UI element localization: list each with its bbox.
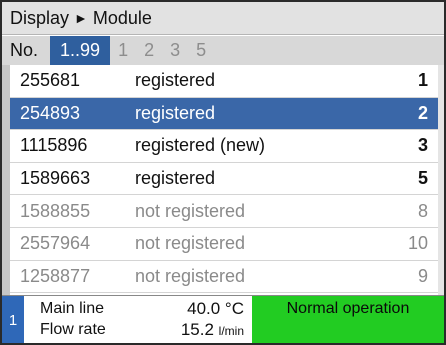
module-id: 1258877	[20, 265, 91, 286]
breadcrumb-module: Module	[92, 7, 152, 28]
display-screen: Display ► Module No. 1..99 1 2 3 5 25568…	[0, 0, 446, 345]
module-number: 1	[417, 70, 428, 91]
flow-rate-value: 15.2 l/min	[181, 320, 244, 340]
breadcrumb-display[interactable]: Display	[10, 8, 69, 29]
number-filter-bar: No. 1..99 1 2 3 5	[2, 36, 444, 65]
module-number: 10	[407, 233, 428, 254]
module-id: 255681	[20, 70, 81, 91]
breadcrumb: Display ► Module	[2, 2, 444, 35]
main-line-label: Main line	[40, 300, 105, 317]
filter-option-3[interactable]: 3	[162, 36, 188, 65]
module-number: 5	[417, 168, 428, 189]
filter-option-1[interactable]: 1	[110, 36, 136, 65]
module-number: 9	[417, 265, 428, 286]
filter-label: No.	[10, 40, 39, 60]
module-id: 1588855	[20, 200, 91, 221]
module-status: registered	[135, 168, 216, 189]
module-number: 3	[417, 135, 428, 156]
measurements-panel: Main line 40.0 °C Flow rate 15.2 l/min	[24, 296, 252, 343]
module-status: registered	[135, 102, 216, 123]
module-status: not registered	[135, 200, 246, 221]
module-row-selected[interactable]: 254893 registered 2	[10, 97, 438, 131]
flow-rate-label: Flow rate	[40, 321, 106, 338]
module-list-area: 255681 registered 1 254893 registered 2 …	[2, 65, 444, 295]
module-id: 1589663	[20, 168, 91, 189]
module-row[interactable]: 2557964 not registered 10	[10, 228, 438, 261]
flow-rate-number: 15.2	[180, 320, 219, 339]
main-line-value: 40.0 °C	[187, 299, 244, 318]
scrollbar[interactable]	[438, 65, 444, 295]
module-number: 2	[417, 102, 428, 123]
list-left-margin	[2, 65, 10, 295]
arrow-right-icon: ►	[74, 10, 88, 26]
module-status: not registered	[135, 233, 246, 254]
module-row[interactable]: 1258877 not registered 9	[10, 261, 438, 294]
filter-option-all[interactable]: 1..99	[50, 36, 111, 65]
module-list[interactable]: 255681 registered 1 254893 registered 2 …	[10, 65, 438, 295]
status-bar: 1 Main line 40.0 °C Flow rate 15.2 l/min…	[2, 295, 444, 343]
filter-option-2[interactable]: 2	[136, 36, 162, 65]
module-status: not registered	[135, 265, 246, 286]
flow-rate-unit: l/min	[218, 324, 244, 338]
module-row[interactable]: 1115896 registered (new) 3	[10, 130, 438, 163]
module-status: registered	[135, 70, 216, 91]
operation-status: Normal operation	[252, 296, 444, 343]
module-row[interactable]: 255681 registered 1	[10, 65, 438, 98]
module-id: 1115896	[20, 135, 88, 156]
module-status: registered (new)	[135, 135, 266, 156]
channel-badge: 1	[2, 296, 24, 343]
module-id: 2557964	[20, 233, 91, 254]
module-row[interactable]: 1588855 not registered 8	[10, 195, 438, 228]
module-row[interactable]: 1589663 registered 5	[10, 163, 438, 196]
module-number: 8	[417, 200, 428, 221]
filter-option-5[interactable]: 5	[188, 36, 214, 65]
module-id: 254893	[20, 102, 81, 123]
